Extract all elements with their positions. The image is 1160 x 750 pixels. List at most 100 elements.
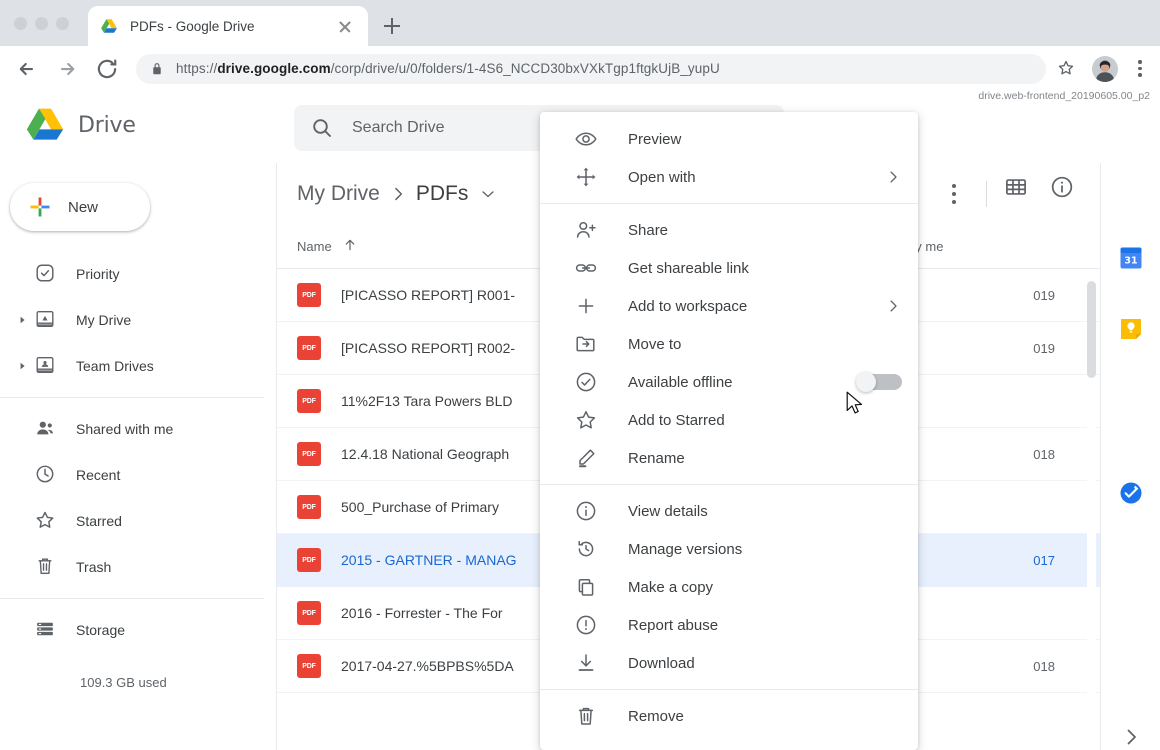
toggle-knob	[856, 372, 876, 392]
mouse-cursor	[846, 391, 864, 417]
drive-brand[interactable]: Drive	[24, 106, 136, 144]
storage-icon	[34, 618, 58, 642]
people-icon	[34, 417, 58, 441]
google-calendar-icon[interactable]: 31	[1119, 246, 1143, 270]
plus-icon	[28, 195, 52, 219]
team-drives-icon	[34, 354, 58, 378]
pdf-icon: PDF	[297, 548, 321, 572]
pdf-icon: PDF	[297, 654, 321, 678]
my-drive-icon	[34, 308, 58, 332]
back-arrow-icon[interactable]	[12, 54, 42, 84]
info-circle-icon[interactable]	[1049, 174, 1089, 214]
drive-favicon	[100, 17, 118, 35]
omnibar: https://drive.google.com/corp/drive/u/0/…	[0, 46, 1160, 91]
window-traffic-lights	[14, 17, 69, 30]
browser-window: PDFs - Google Drive https://drive.google…	[0, 0, 1160, 750]
plus-thin-icon	[574, 294, 598, 318]
grid-view-icon[interactable]	[1003, 174, 1043, 214]
menu-item-label: Remove	[628, 707, 684, 725]
sidebar-item-my-drive[interactable]: My Drive	[0, 297, 276, 343]
menu-item-download[interactable]: Download	[540, 644, 918, 682]
breadcrumb-root[interactable]: My Drive	[297, 182, 380, 206]
file-date: 018	[1033, 658, 1055, 674]
menu-item-add-to-workspace[interactable]: Add to workspace	[540, 287, 918, 325]
column-name-label: Name	[297, 239, 332, 254]
sidebar-item-label: Shared with me	[76, 421, 174, 437]
column-header-name[interactable]: Name	[297, 237, 358, 256]
star-outline-icon	[574, 408, 598, 432]
google-tasks-icon[interactable]	[1119, 481, 1143, 505]
menu-item-report-abuse[interactable]: Report abuse	[540, 606, 918, 644]
menu-item-preview[interactable]: Preview	[540, 120, 918, 158]
scrollbar-thumb[interactable]	[1087, 281, 1096, 378]
sidebar-item-trash[interactable]: Trash	[0, 544, 276, 590]
browser-tab[interactable]: PDFs - Google Drive	[88, 6, 368, 46]
menu-item-label: Manage versions	[628, 540, 743, 558]
sidebar-item-team-drives[interactable]: Team Drives	[0, 343, 276, 389]
menu-item-manage-versions[interactable]: Manage versions	[540, 530, 918, 568]
context-menu: Preview Open with Share Get shareable link A…	[540, 112, 918, 750]
priority-check-icon	[34, 262, 58, 286]
build-version-label: drive.web-frontend_20190605.00_p2	[978, 90, 1150, 102]
sidebar-item-label: Storage	[76, 622, 126, 638]
sidebar-item-label: Recent	[76, 467, 121, 483]
more-vertical-icon[interactable]	[934, 174, 974, 214]
sidebar-item-shared-with-me[interactable]: Shared with me	[0, 406, 276, 452]
sidebar-item-label: Team Drives	[76, 358, 154, 374]
sidebar-item-storage[interactable]: Storage	[0, 607, 276, 653]
pdf-icon: PDF	[297, 601, 321, 625]
expand-panel-chevron-right-icon[interactable]	[1119, 725, 1143, 749]
submenu-chevron-right-icon	[884, 168, 902, 186]
file-date: 018	[1033, 446, 1055, 462]
menu-item-open-with[interactable]: Open with	[540, 158, 918, 196]
caret-down-icon[interactable]	[478, 184, 498, 204]
menu-item-share[interactable]: Share	[540, 211, 918, 249]
minimize-window-button[interactable]	[35, 17, 48, 30]
sidebar-item-priority[interactable]: Priority	[0, 251, 276, 297]
menu-item-remove[interactable]: Remove	[540, 697, 918, 735]
reload-icon[interactable]	[92, 54, 122, 84]
sidebar-divider	[0, 397, 264, 398]
storage-section: 109.3 GB used	[0, 675, 276, 690]
search-placeholder: Search Drive	[352, 119, 445, 136]
open-with-icon	[574, 165, 598, 189]
chrome-menu-icon[interactable]	[1130, 56, 1150, 82]
arrow-up-icon	[342, 237, 358, 256]
expand-caret-icon[interactable]	[12, 362, 34, 370]
breadcrumb-current[interactable]: PDFs	[416, 182, 469, 206]
menu-item-view-details[interactable]: View details	[540, 492, 918, 530]
available-offline-toggle[interactable]	[856, 372, 902, 392]
tab-title: PDFs - Google Drive	[130, 18, 255, 34]
menu-item-label: Download	[628, 654, 695, 672]
menu-divider	[540, 484, 918, 485]
menu-item-make-a-copy[interactable]: Make a copy	[540, 568, 918, 606]
profile-avatar-icon[interactable]	[1092, 55, 1118, 82]
svg-text:31: 31	[1124, 256, 1137, 267]
star-icon[interactable]	[1056, 58, 1078, 80]
sidebar: New Priority My Drive Team Drives Shared…	[0, 163, 276, 750]
chevron-right-icon	[386, 182, 410, 206]
google-keep-icon[interactable]	[1119, 317, 1143, 341]
maximize-window-button[interactable]	[56, 17, 69, 30]
pdf-icon: PDF	[297, 442, 321, 466]
menu-item-label: Available offline	[628, 373, 733, 391]
sidebar-item-starred[interactable]: Starred	[0, 498, 276, 544]
expand-caret-icon[interactable]	[12, 316, 34, 324]
sidebar-item-label: Trash	[76, 559, 112, 575]
close-tab-button[interactable]	[334, 15, 356, 37]
address-bar[interactable]: https://drive.google.com/corp/drive/u/0/…	[136, 53, 1046, 84]
sidebar-item-label: Starred	[76, 513, 122, 529]
file-date: 019	[1033, 287, 1055, 303]
sidebar-item-recent[interactable]: Recent	[0, 452, 276, 498]
menu-item-rename[interactable]: Rename	[540, 439, 918, 477]
new-button[interactable]: New	[10, 183, 150, 231]
close-window-button[interactable]	[14, 17, 27, 30]
new-tab-button[interactable]	[380, 14, 404, 38]
star-outline-icon	[34, 509, 58, 533]
pdf-icon: PDF	[297, 336, 321, 360]
menu-item-get-shareable-link[interactable]: Get shareable link	[540, 249, 918, 287]
menu-item-move-to[interactable]: Move to	[540, 325, 918, 363]
trash-icon	[34, 555, 58, 579]
copy-icon	[574, 575, 598, 599]
forward-arrow-icon[interactable]	[52, 54, 82, 84]
